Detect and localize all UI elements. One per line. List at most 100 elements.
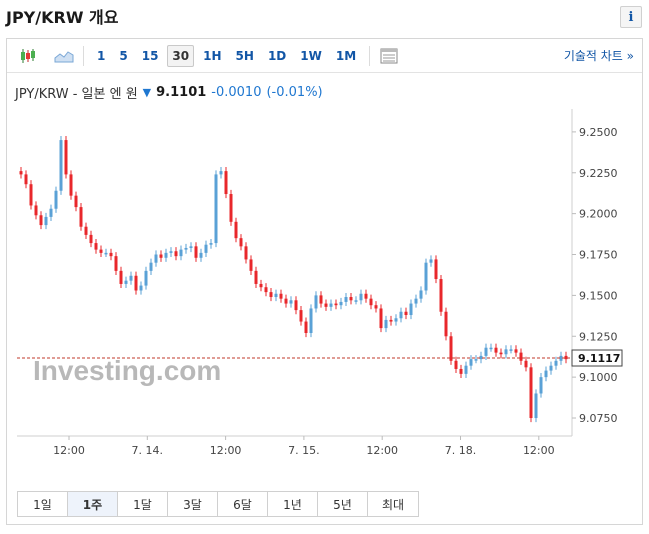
candle-body [314,295,318,309]
candle-body [254,270,258,284]
x-tick-label: 12:00 [523,444,555,457]
candle-body [229,194,233,222]
candle-body [34,205,38,216]
candle-body [269,292,273,298]
candle-body [539,377,543,394]
candle-body [179,249,183,257]
candle-body [74,195,78,208]
candle-body [409,303,413,316]
candle-body [69,174,73,196]
candle-body [369,298,373,306]
range-button[interactable]: 최대 [368,492,418,516]
x-tick-label: 7. 18. [445,444,477,457]
candle-body [549,365,553,371]
candle-body [139,285,143,291]
candle-body [209,243,213,245]
candle-body [459,368,463,374]
candle-body [89,234,93,244]
y-tick-label: 9.2250 [579,167,618,180]
candle-body [104,252,108,255]
candle-body [354,300,358,302]
candle-body [24,174,28,185]
candle-body [449,336,453,361]
candle-body [129,275,133,281]
candle-body [339,301,343,306]
candle-body [429,259,433,263]
candle-body [224,171,228,195]
candle-body [44,216,48,226]
candle-body [194,246,198,258]
candle-body [199,252,203,258]
candle-body [29,184,33,206]
candle-body [119,270,123,284]
candle-body [189,246,193,248]
candle-body [109,252,113,257]
candle-body [544,370,548,378]
y-tick-label: 9.1250 [579,330,618,343]
candle-body [284,298,288,304]
candle-body [419,290,423,299]
chart-panel: 1 5 15 30 1H 5H 1D 1W 1M 기술적 차트 » JPY/KRW - 일본 엔… [6,38,643,525]
candle-body [424,262,428,291]
x-tick-label: 7. 15. [288,444,320,457]
price-chart[interactable]: 9.2500 9.2250 9.2000 9.1750 9.1500 9.1250 9.10… [7,39,642,479]
candle-body [134,275,138,291]
candle-body [389,319,393,322]
candle-body [309,308,313,333]
candle-body [499,352,503,355]
candle-body [434,259,438,280]
candle-body [379,308,383,329]
candle-body [204,244,208,253]
info-button[interactable]: i [620,6,642,28]
y-tick-label: 9.2500 [579,126,618,139]
candle-body [404,311,408,316]
candle-body [39,215,43,226]
candle-body [234,221,238,239]
candle-body [374,305,378,309]
candle-body [64,140,68,175]
range-button[interactable]: 1년 [268,492,318,516]
candle-body [289,300,293,304]
range-button[interactable]: 1주 [68,492,118,516]
range-button[interactable]: 1달 [118,492,168,516]
current-price-label: 9.1117 [578,352,620,365]
candle-body [384,319,388,329]
candle-body [529,367,533,419]
candle-body [324,303,328,307]
candle-body [519,352,523,361]
candle-body [184,247,188,250]
y-tick-label: 9.0750 [579,412,618,425]
candle-body [19,171,23,175]
range-button[interactable]: 5년 [318,492,368,516]
candle-body [399,311,403,319]
candle-body [54,190,58,209]
candle-body [214,174,218,244]
x-tick-label: 12:00 [53,444,85,457]
candle-body [79,207,83,227]
candle-body [144,270,148,286]
candle-body [99,249,103,253]
candle-body [304,321,308,333]
candle-body [49,208,53,217]
candle-body [534,393,538,419]
range-selector: 1일 1주 1달 3달 6달 1년 5년 최대 [17,491,419,517]
range-button[interactable]: 1일 [18,492,68,516]
candle-body [94,243,98,250]
investing-watermark: Investing.com [33,355,221,386]
candle-body [59,140,63,191]
candle-body [524,360,528,368]
candle-body [439,279,443,312]
candle-body [159,254,163,258]
candle-body [319,295,323,304]
candle-body [249,259,253,271]
range-button[interactable]: 6달 [218,492,268,516]
range-button[interactable]: 3달 [168,492,218,516]
candle-body [259,283,263,288]
y-tick-label: 9.2000 [579,208,618,221]
candle-body [494,347,498,353]
candle-body [219,171,223,175]
y-tick-label: 9.1500 [579,289,618,302]
x-tick-label: 12:00 [210,444,242,457]
candle-body [504,349,508,355]
candle-body [264,287,268,293]
